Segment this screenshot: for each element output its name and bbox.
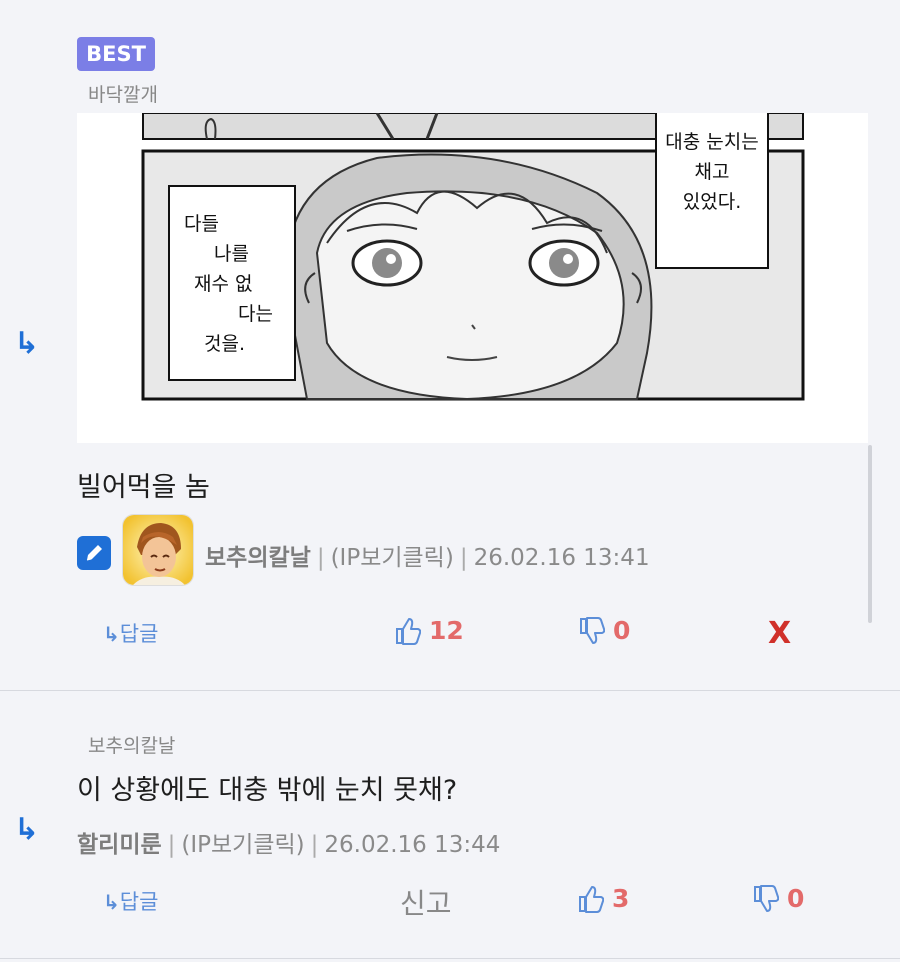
reply-button[interactable]: ↳답글 <box>103 886 158 916</box>
upvote-count: 12 <box>429 616 464 645</box>
reply-button[interactable]: ↳답글 <box>103 618 158 648</box>
comment-divider <box>0 690 900 691</box>
best-badge: BEST <box>77 37 155 71</box>
reply-target-name[interactable]: 보추의칼날 <box>88 731 175 758</box>
comment-text: 빌어먹을 놈 <box>77 472 210 503</box>
ip-link[interactable]: (IP보기클릭) <box>331 545 454 571</box>
reply-target-name[interactable]: 바닥깔개 <box>88 80 158 107</box>
ip-link[interactable]: (IP보기클릭) <box>181 832 304 858</box>
reply-arrow-icon: ↳ <box>14 326 40 361</box>
bubble-line: 것을. <box>204 333 245 355</box>
comment-datetime: 26.02.16 13:44 <box>324 832 501 858</box>
bubble-line: 대충 눈치는 <box>665 131 759 153</box>
upvote-count: 3 <box>612 884 630 913</box>
avatar[interactable] <box>122 514 194 586</box>
downvote-count: 0 <box>613 616 631 645</box>
bubble-line: 채고 <box>694 161 730 183</box>
thumbs-up-icon <box>579 885 604 913</box>
avatar-image <box>123 515 193 585</box>
bubble-line: 다는 <box>238 303 273 325</box>
comment-meta: 보추의칼날 | (IP보기클릭) | 26.02.16 13:41 <box>205 545 650 571</box>
reply-arrow-icon: ↳ <box>14 812 40 847</box>
downvote-count: 0 <box>787 884 805 913</box>
speech-bubble-right: 대충 눈치는 채고 있었다. <box>655 113 769 269</box>
pencil-icon <box>86 545 102 561</box>
image-scrollbar[interactable] <box>868 445 872 623</box>
reply-label: 답글 <box>119 890 159 914</box>
downvote-button[interactable]: 0 <box>579 616 630 645</box>
comment-meta: 할리미룬 | (IP보기클릭) | 26.02.16 13:44 <box>77 832 501 858</box>
report-button[interactable]: 신고 <box>400 882 452 922</box>
speech-bubble-left: 다들 나를 재수 없 다는 것을. <box>168 185 296 381</box>
comment-image[interactable]: 다들 나를 재수 없 다는 것을. 대충 눈치는 채고 있었다. <box>77 112 868 443</box>
upvote-button[interactable]: 12 <box>395 616 464 645</box>
reply-small-icon: ↳ <box>103 890 120 914</box>
author-name[interactable]: 보추의칼날 <box>205 545 311 571</box>
bubble-line: 있었다. <box>682 191 742 213</box>
comment-divider <box>0 958 900 959</box>
author-name[interactable]: 할리미룬 <box>77 832 162 858</box>
bubble-line: 재수 없 <box>194 273 253 295</box>
edit-button[interactable] <box>77 536 111 570</box>
thumbs-down-icon <box>754 884 779 912</box>
reply-small-icon: ↳ <box>103 622 120 646</box>
bubble-line: 나를 <box>214 243 249 265</box>
comment-datetime: 26.02.16 13:41 <box>473 545 650 571</box>
delete-button[interactable]: X <box>768 616 791 651</box>
comment-text: 이 상황에도 대충 밖에 눈치 못채? <box>77 775 458 806</box>
upvote-button[interactable]: 3 <box>578 884 629 913</box>
thumbs-down-icon <box>580 616 605 644</box>
bubble-line: 다들 <box>184 213 219 235</box>
reply-label: 답글 <box>119 622 159 646</box>
downvote-button[interactable]: 0 <box>753 884 804 913</box>
thumbs-up-icon <box>396 617 421 645</box>
